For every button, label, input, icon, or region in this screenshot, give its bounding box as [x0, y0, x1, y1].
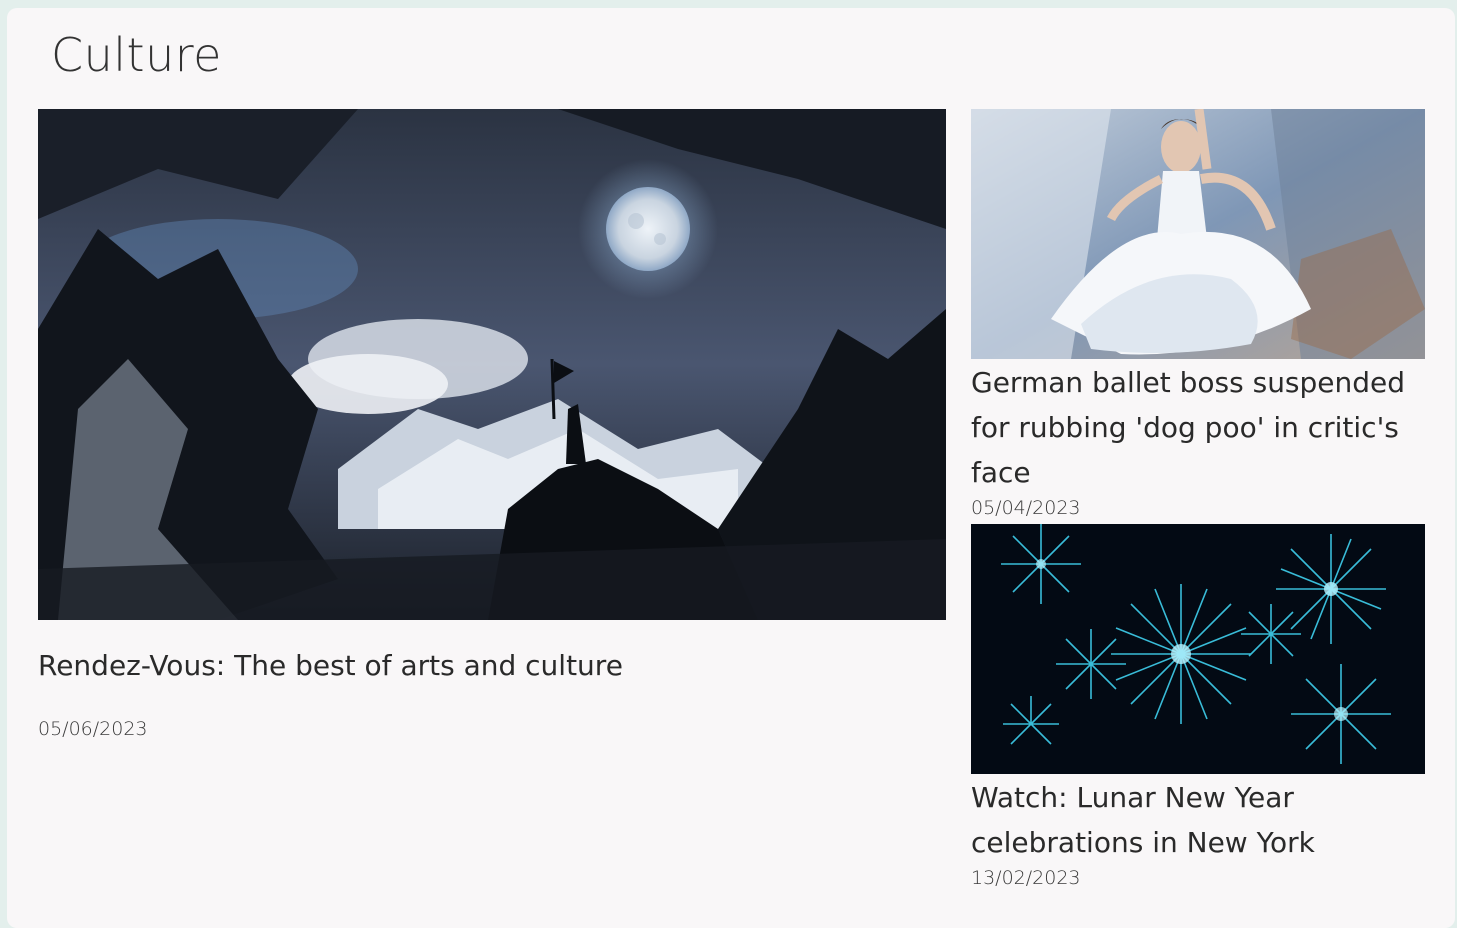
feature-article-date: 05/06/2023 — [38, 718, 148, 740]
side-article-1-image[interactable] — [971, 109, 1425, 359]
side-article-2-image[interactable] — [971, 524, 1425, 774]
side-article-1-date: 05/04/2023 — [971, 497, 1081, 519]
side-article-2-date: 13/02/2023 — [971, 867, 1081, 889]
side-article-1-title[interactable]: German ballet boss suspended for rubbing… — [971, 360, 1421, 495]
side-article-2-title[interactable]: Watch: Lunar New Year celebrations in Ne… — [971, 775, 1421, 865]
ballerina-painting-image-icon — [971, 109, 1425, 359]
section-title: Culture — [51, 28, 222, 82]
culture-panel: Culture Rendez-Vous: The best of arts an… — [7, 8, 1455, 928]
moonlit-mountains-image-icon — [38, 109, 946, 620]
feature-article-title[interactable]: Rendez-Vous: The best of arts and cultur… — [38, 649, 623, 682]
feature-image[interactable] — [38, 109, 946, 620]
fireworks-image-icon — [971, 524, 1425, 774]
